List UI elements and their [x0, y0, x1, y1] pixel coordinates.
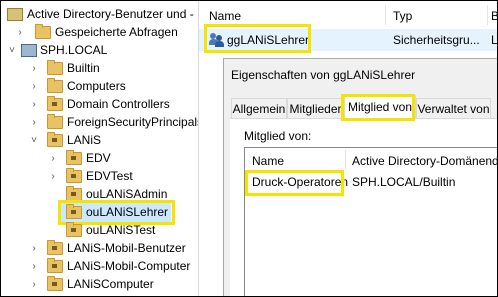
chevron-right-icon[interactable]: › — [48, 166, 58, 186]
tree-item-label: LANiS-Mobil-Computer — [67, 259, 191, 273]
yellow-highlight-box — [245, 170, 344, 196]
yellow-highlight-box — [341, 94, 415, 121]
column-header-type[interactable]: Typ — [393, 9, 412, 23]
tree-item-label: EDVTest — [86, 169, 133, 183]
chevron-right-icon[interactable]: › — [15, 22, 25, 42]
ou-folder-icon — [47, 258, 63, 273]
ou-folder-icon — [66, 150, 82, 165]
grid-cell-folder: SPH.LOCAL/Builtin — [352, 175, 456, 189]
folder-icon — [35, 24, 51, 39]
chevron-right-icon[interactable]: › — [29, 76, 39, 96]
tree-item-label: LANiS — [67, 133, 102, 147]
tree-item-label: ForeignSecurityPrincipals — [67, 115, 198, 129]
column-header-name[interactable]: Name — [209, 9, 241, 23]
chevron-right-icon[interactable]: › — [48, 148, 58, 168]
list-cell-description: L — [491, 33, 498, 47]
list-cell-type: Sicherheitsgru... — [393, 33, 480, 47]
yellow-highlight-box — [204, 24, 311, 53]
section-label: Mitglied von: — [244, 129, 312, 143]
tree-item-label: LANiSComputer — [67, 277, 154, 291]
chevron-right-icon[interactable]: › — [29, 58, 39, 78]
folder-icon — [47, 60, 63, 75]
dialog-title: Eigenschaften von ggLANiSLehrer — [231, 68, 416, 82]
ou-folder-icon — [47, 132, 63, 147]
tree-item-label: Computers — [67, 79, 126, 93]
tab-mitglieder[interactable]: Mitglieder — [287, 98, 344, 118]
column-separator[interactable] — [385, 5, 386, 25]
ou-folder-icon — [47, 96, 63, 111]
chevron-down-icon[interactable]: ˅ — [7, 40, 17, 60]
ou-folder-icon — [47, 276, 63, 291]
chevron-right-icon[interactable]: › — [29, 112, 39, 132]
chevron-right-icon[interactable]: › — [29, 238, 39, 258]
folder-icon — [47, 114, 63, 129]
column-separator[interactable] — [487, 5, 488, 25]
grid-header-folder[interactable]: Active Directory-Domänendiens — [352, 154, 497, 168]
chevron-right-icon[interactable]: › — [29, 274, 39, 294]
chevron-right-icon[interactable]: › — [29, 256, 39, 276]
ou-folder-icon — [47, 240, 63, 255]
ad-console-icon — [7, 8, 23, 21]
tree-item-label: ouLANiSTest — [86, 223, 156, 237]
tree-item-label: LANiS-Mobil-Benutzer — [67, 241, 186, 255]
navigation-tree: Active Directory-Benutzer und - › Gespei… — [1, 1, 198, 296]
domain-icon — [21, 44, 37, 57]
tree-item-label: EDV — [86, 151, 111, 165]
folder-icon — [47, 78, 63, 93]
grid-header-name[interactable]: Name — [252, 154, 284, 168]
tab-allgemein[interactable]: Allgemein — [231, 98, 287, 118]
tree-item-label: Gespeicherte Abfragen — [55, 25, 178, 39]
tree-root-label: Active Directory-Benutzer und - — [27, 7, 194, 21]
tree-item-label: Builtin — [67, 61, 100, 75]
ou-folder-icon — [66, 222, 82, 237]
ou-folder-icon — [66, 168, 82, 183]
column-separator[interactable] — [345, 150, 346, 170]
tree-item-label: Domain Controllers — [67, 97, 170, 111]
chevron-right-icon[interactable]: › — [29, 94, 39, 114]
chevron-down-icon[interactable]: ˅ — [29, 130, 39, 150]
window-frame: Active Directory-Benutzer und - › Gespei… — [0, 0, 498, 297]
grid-header: Name Active Directory-Domänendiens — [245, 148, 497, 170]
tab-verwaltet-von[interactable]: Verwaltet von — [416, 98, 491, 118]
column-header-description[interactable]: B — [491, 9, 497, 23]
tree-item-label: SPH.LOCAL — [40, 43, 108, 57]
